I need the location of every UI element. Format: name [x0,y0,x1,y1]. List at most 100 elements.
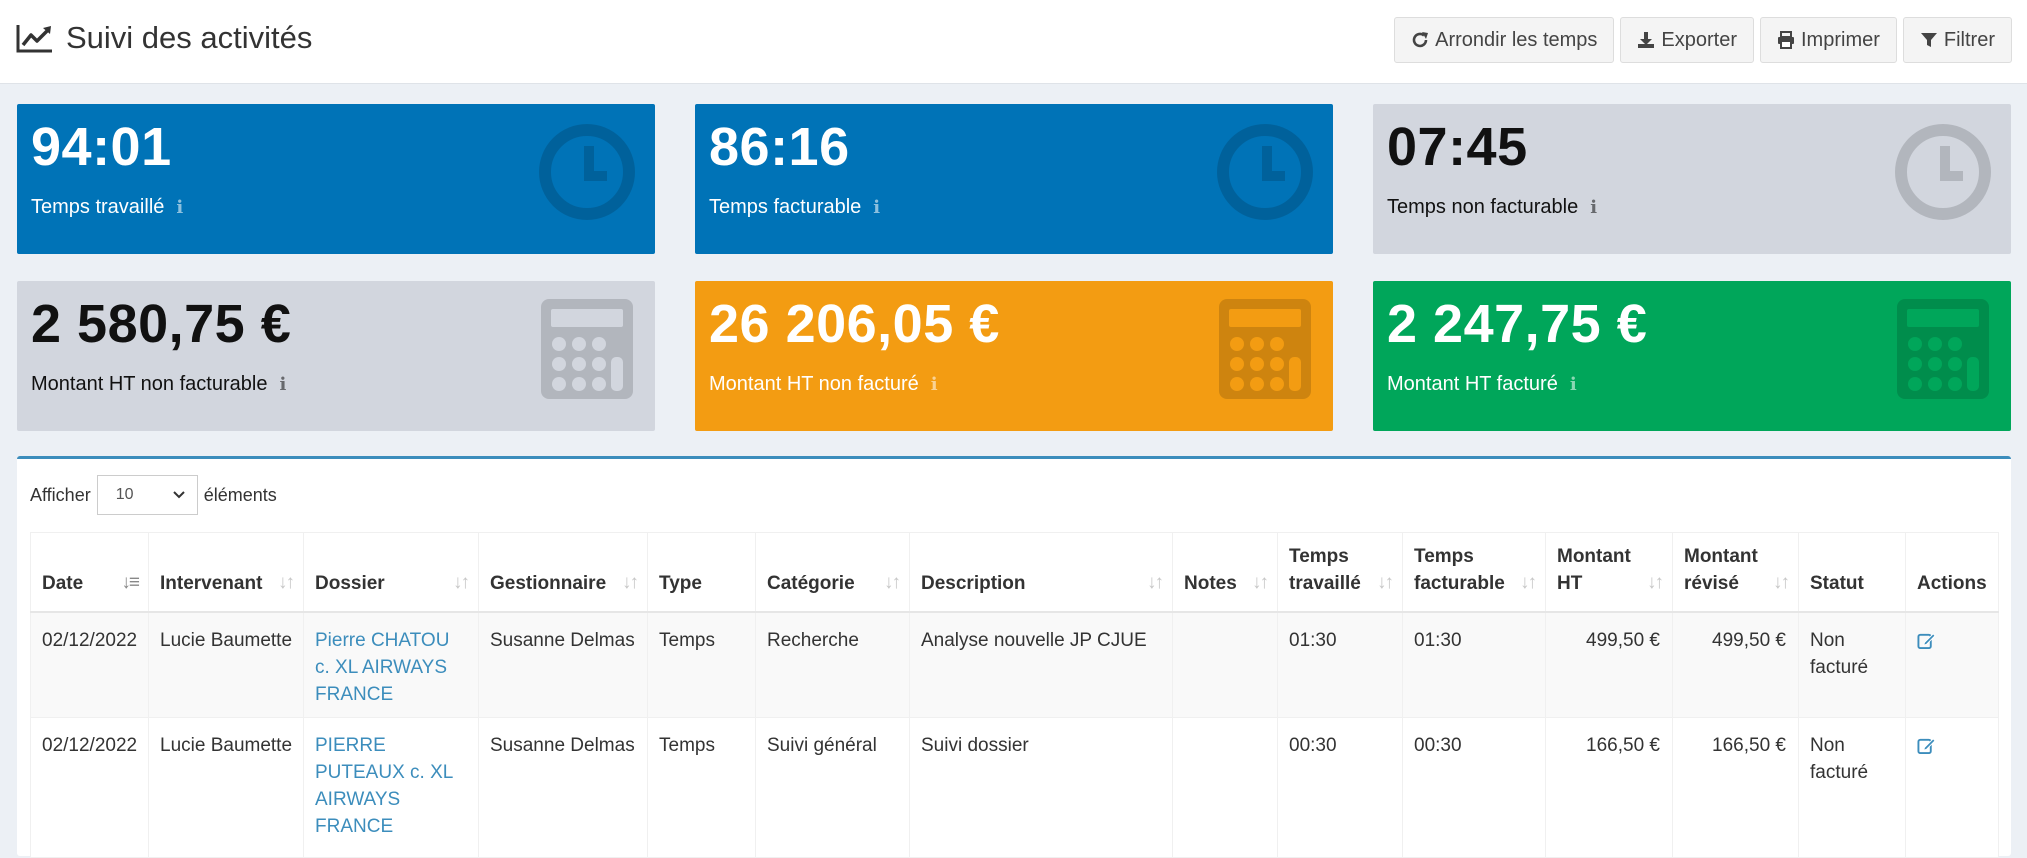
stat-box-non-billable-time: 07:45 Temps non facturable i [1373,104,2011,254]
sort-icon: ↓↑ [1147,571,1164,593]
activities-table-card: Afficher 10 éléments Date ↓≡ Intervenant ↓… [17,456,2011,858]
column-header-categorie[interactable]: Catégorie ↓↑ [755,532,910,613]
stat-label-text: Montant HT non facturé [709,373,919,395]
stat-label: Montant HT non facturable i [31,373,286,396]
download-icon [1638,32,1655,48]
stat-label: Montant HT non facturé i [709,373,938,396]
column-header-temps-facturable[interactable]: Temps facturable ↓↑ [1402,532,1546,613]
column-header-montant-revise[interactable]: Montant révisé ↓↑ [1672,532,1799,613]
column-header-type: Type [647,532,756,613]
info-icon[interactable]: i [176,197,183,218]
stat-label: Temps facturable i [709,196,880,219]
cell-dossier: PIERRE PUTEAUX c. XL AIRWAYS FRANCE [303,717,479,858]
cell-temps-travaille: 01:30 [1277,611,1403,718]
info-icon[interactable]: i [931,374,938,395]
cell-montant-revise: 166,50 € [1672,717,1799,858]
cell-description: Suivi dossier [909,717,1173,858]
stat-box-billable-time: 86:16 Temps facturable i [695,104,1333,254]
cell-intervenant: Lucie Baumette [148,717,304,858]
sort-icon: ↓↑ [1377,571,1394,593]
cell-montant-ht: 166,50 € [1545,717,1673,858]
cell-temps-facturable: 00:30 [1402,717,1546,858]
round-times-button[interactable]: Arrondir les temps [1394,17,1615,63]
page-length-select[interactable]: 10 [96,475,198,515]
column-header-notes[interactable]: Notes ↓↑ [1172,532,1278,613]
cell-date: 02/12/2022 [30,717,149,858]
export-button[interactable]: Exporter [1620,17,1754,63]
cell-type: Temps [647,717,756,858]
page-header: Suivi des activités Arrondir les temps E… [0,0,2027,84]
info-icon[interactable]: i [279,374,286,395]
stat-value: 86:16 [709,117,850,177]
cell-type: Temps [647,611,756,718]
page-title: Suivi des activités [16,20,312,56]
page-title-text: Suivi des activités [66,20,313,55]
column-header-statut: Statut [1798,532,1906,613]
edit-icon[interactable] [1917,736,1936,755]
info-icon[interactable]: i [873,197,880,218]
cell-gestionnaire: Susanne Delmas [478,717,648,858]
table-row: 02/12/2022 Lucie Baumette PIERRE PUTEAUX… [30,717,1999,858]
sort-icon: ↓↑ [1647,571,1664,593]
refresh-icon [1412,32,1429,48]
activities-table: Date ↓≡ Intervenant ↓↑ Dossier ↓↑ Gestionna… [30,532,1999,858]
cell-dossier: Pierre CHATOU c. XL AIRWAYS FRANCE [303,611,479,718]
stat-value: 07:45 [1387,117,1528,177]
column-header-temps-travaille[interactable]: Temps travaillé ↓↑ [1277,532,1403,613]
column-header-date[interactable]: Date ↓≡ [30,532,149,613]
filter-icon [1920,33,1937,47]
cell-montant-revise: 499,50 € [1672,611,1799,718]
column-header-gestionnaire[interactable]: Gestionnaire ↓↑ [478,532,648,613]
column-header-montant-ht[interactable]: Montant HT ↓↑ [1545,532,1673,613]
cell-temps-facturable: 01:30 [1402,611,1546,718]
cell-categorie: Recherche [755,611,910,718]
stat-value: 2 247,75 € [1387,294,1648,354]
stat-label-text: Montant HT facturé [1387,373,1558,395]
stat-value: 26 206,05 € [709,294,1000,354]
info-icon[interactable]: i [1590,197,1597,218]
cell-temps-travaille: 00:30 [1277,717,1403,858]
stat-value: 94:01 [31,117,172,177]
calculator-icon [1897,299,1989,399]
column-header-description[interactable]: Description ↓↑ [909,532,1173,613]
column-header-dossier[interactable]: Dossier ↓↑ [303,532,479,613]
print-button[interactable]: Imprimer [1760,17,1897,63]
stat-box-unbilled-amount: 26 206,05 € Montant HT non facturé i [695,281,1333,431]
page-length-value: 10 [115,486,134,503]
info-icon[interactable]: i [1570,374,1577,395]
sort-icon: ↓↑ [622,571,639,593]
cell-description: Analyse nouvelle JP CJUE [909,611,1173,718]
sort-icon: ↓↑ [884,571,901,593]
export-label: Exporter [1661,28,1737,51]
sort-icon: ↓↑ [1252,571,1269,593]
clock-icon [1217,124,1313,220]
page-length-suffix: éléments [203,484,277,505]
cell-notes [1172,717,1278,858]
column-header-intervenant[interactable]: Intervenant ↓↑ [148,532,304,613]
filter-button[interactable]: Filtrer [1902,17,2012,63]
round-times-label: Arrondir les temps [1435,28,1598,51]
print-label: Imprimer [1801,28,1880,51]
print-icon [1778,31,1794,49]
page-length-control: Afficher 10 éléments [30,475,277,515]
stat-box-non-billable-amount: 2 580,75 € Montant HT non facturable i [17,281,655,431]
cell-statut: Non facturé [1798,717,1906,858]
dossier-link[interactable]: Pierre CHATOU c. XL AIRWAYS FRANCE [315,630,449,705]
clock-icon [539,124,635,220]
sort-icon: ↓↑ [453,571,470,593]
header-actions: Arrondir les temps Exporter Imprimer Fil… [1394,17,2012,63]
stat-box-billed-amount: 2 247,75 € Montant HT facturé i [1373,281,2011,431]
cell-categorie: Suivi général [755,717,910,858]
cell-gestionnaire: Susanne Delmas [478,611,648,718]
edit-icon[interactable] [1917,631,1936,650]
dossier-link[interactable]: PIERRE PUTEAUX c. XL AIRWAYS FRANCE [315,735,453,837]
stat-label: Temps travaillé i [31,196,183,219]
calculator-icon [541,299,633,399]
table-header-row: Date ↓≡ Intervenant ↓↑ Dossier ↓↑ Gestionna… [30,532,1999,613]
cell-date: 02/12/2022 [30,611,149,718]
stat-label-text: Temps travaillé [31,196,165,218]
cell-actions [1905,611,1999,718]
table-row: 02/12/2022 Lucie Baumette Pierre CHATOU … [30,611,1999,718]
sort-icon: ↓↑ [1773,571,1790,593]
cell-statut: Non facturé [1798,611,1906,718]
